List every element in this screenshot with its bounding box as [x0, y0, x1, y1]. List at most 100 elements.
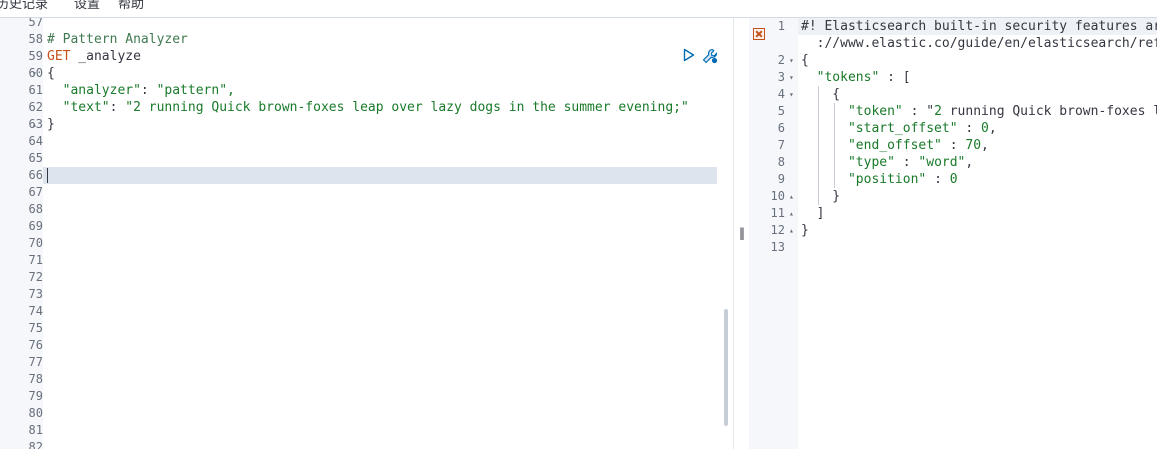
line-number: 59: [28, 49, 43, 63]
line-number: 61: [28, 83, 43, 97]
line-number: 64: [28, 134, 43, 148]
line-number: 77: [28, 355, 43, 369]
response-code-text: "position" : 0: [847, 172, 958, 187]
line-number: 67: [28, 185, 43, 199]
line-number: 13: [770, 240, 785, 254]
code-line: 70: [0, 235, 733, 252]
fold-toggle-icon[interactable]: ▾: [789, 86, 794, 103]
request-editor[interactable]: 57 58 # Pattern Analyzer 59 GET _analyze 60 ▾ {…: [0, 18, 733, 449]
warning-text-line1: #! Elasticsearch built-in security featu…: [801, 19, 1157, 34]
line-number: 80: [28, 406, 43, 420]
response-code-text: "token" : "2 running Quick brown-foxes l…: [847, 104, 1157, 119]
line-number: 81: [28, 423, 43, 437]
line-number: 71: [28, 253, 43, 267]
line-number: 60: [28, 66, 43, 80]
line-number: 82: [28, 440, 43, 449]
menu-help[interactable]: 帮助: [118, 0, 144, 12]
play-icon[interactable]: [683, 48, 695, 62]
line-number: 8: [777, 155, 785, 169]
request-scrollbar[interactable]: [724, 309, 728, 426]
code-line: 79: [0, 388, 733, 405]
line-number: 74: [28, 304, 43, 318]
line-number: 5: [777, 104, 785, 118]
line-number: 65: [28, 151, 43, 165]
code-line: 60 ▾ {: [0, 65, 733, 82]
code-line: 61 "analyzer": "pattern",: [0, 82, 733, 99]
fold-toggle-icon[interactable]: ▴: [789, 205, 794, 222]
line-number: 9: [777, 172, 785, 186]
code-text: }: [47, 117, 55, 132]
line-number: 76: [28, 338, 43, 352]
fold-toggle-icon[interactable]: ▾: [32, 65, 37, 82]
code-line: 74: [0, 303, 733, 320]
response-code-text: {: [801, 87, 841, 102]
fold-toggle-icon[interactable]: ▴: [32, 116, 37, 133]
code-text: "text": "2 running Quick brown-foxes lea…: [47, 100, 689, 115]
code-line: 73: [0, 286, 733, 303]
line-number: 75: [28, 321, 43, 335]
line-number: 78: [28, 372, 43, 386]
line-number: 4: [777, 87, 785, 101]
code-line: 81: [0, 422, 733, 439]
code-line: 57: [0, 18, 733, 31]
line-number: 70: [28, 236, 43, 250]
line-number: 68: [28, 202, 43, 216]
line-number: 79: [28, 389, 43, 403]
line-number: 10: [770, 189, 785, 203]
line-number: 11: [770, 206, 785, 220]
code-line: 71: [0, 252, 733, 269]
fold-toggle-icon[interactable]: ▾: [789, 52, 794, 69]
line-number: 72: [28, 270, 43, 284]
code-line: 67: [0, 184, 733, 201]
line-number: 57: [28, 18, 43, 29]
fold-toggle-icon[interactable]: ▴: [789, 222, 794, 239]
response-code-text: ]: [801, 206, 825, 221]
menu-bar: 历史记录 设置 帮助: [0, 0, 1157, 18]
response-code-text: {: [801, 53, 809, 68]
response-code-text: }: [801, 189, 841, 204]
response-code-text: "type" : "word",: [847, 155, 974, 170]
warning-text-line2: ://www.elastic.co/guide/en/elasticsearch…: [801, 36, 1157, 51]
line-number: 63: [28, 117, 43, 131]
line-number: 69: [28, 219, 43, 233]
code-line: 75: [0, 320, 733, 337]
code-line: 82: [0, 439, 733, 449]
line-number: 1: [777, 19, 785, 33]
response-code-text: "tokens" : [: [816, 70, 911, 85]
code-line: 68: [0, 201, 733, 218]
line-number: 66: [28, 168, 43, 182]
response-editor: 1 #! Elasticsearch built-in security fea…: [749, 18, 1157, 449]
code-line: 65: [0, 150, 733, 167]
menu-history[interactable]: 历史记录: [0, 0, 48, 12]
line-number: 7: [777, 138, 785, 152]
fold-toggle-icon[interactable]: ▴: [789, 188, 794, 205]
code-line: 64: [0, 133, 733, 150]
line-number: 73: [28, 287, 43, 301]
code-line: 72: [0, 269, 733, 286]
code-text: # Pattern Analyzer: [47, 32, 188, 47]
line-number: 12: [770, 223, 785, 237]
code-line: 66: [0, 167, 733, 184]
fold-toggle-icon[interactable]: ▾: [789, 69, 794, 86]
response-code-text: }: [801, 223, 809, 238]
code-line: 58 # Pattern Analyzer: [0, 31, 733, 48]
response-code-text: "end_offset" : 70,: [847, 138, 989, 153]
menu-settings[interactable]: 设置: [74, 0, 100, 12]
line-number: 58: [28, 32, 43, 46]
code-line: 78: [0, 371, 733, 388]
code-line: 77: [0, 354, 733, 371]
code-text: {: [47, 66, 55, 81]
code-line: 69: [0, 218, 733, 235]
line-number: 62: [28, 100, 43, 114]
wrench-icon[interactable]: [702, 48, 718, 64]
code-text: "analyzer": "pattern",: [47, 83, 235, 98]
response-code-text: "start_offset" : 0,: [847, 121, 997, 136]
code-text: GET _analyze: [47, 49, 141, 64]
code-line: 63 ▴}: [0, 116, 733, 133]
line-number: 2: [777, 53, 785, 67]
splitter-handle-icon[interactable]: ‖: [739, 226, 745, 240]
code-line: 80: [0, 405, 733, 422]
line-number: 6: [777, 121, 785, 135]
code-line: 62 "text": "2 running Quick brown-foxes …: [0, 99, 733, 116]
line-number: 3: [777, 70, 785, 84]
